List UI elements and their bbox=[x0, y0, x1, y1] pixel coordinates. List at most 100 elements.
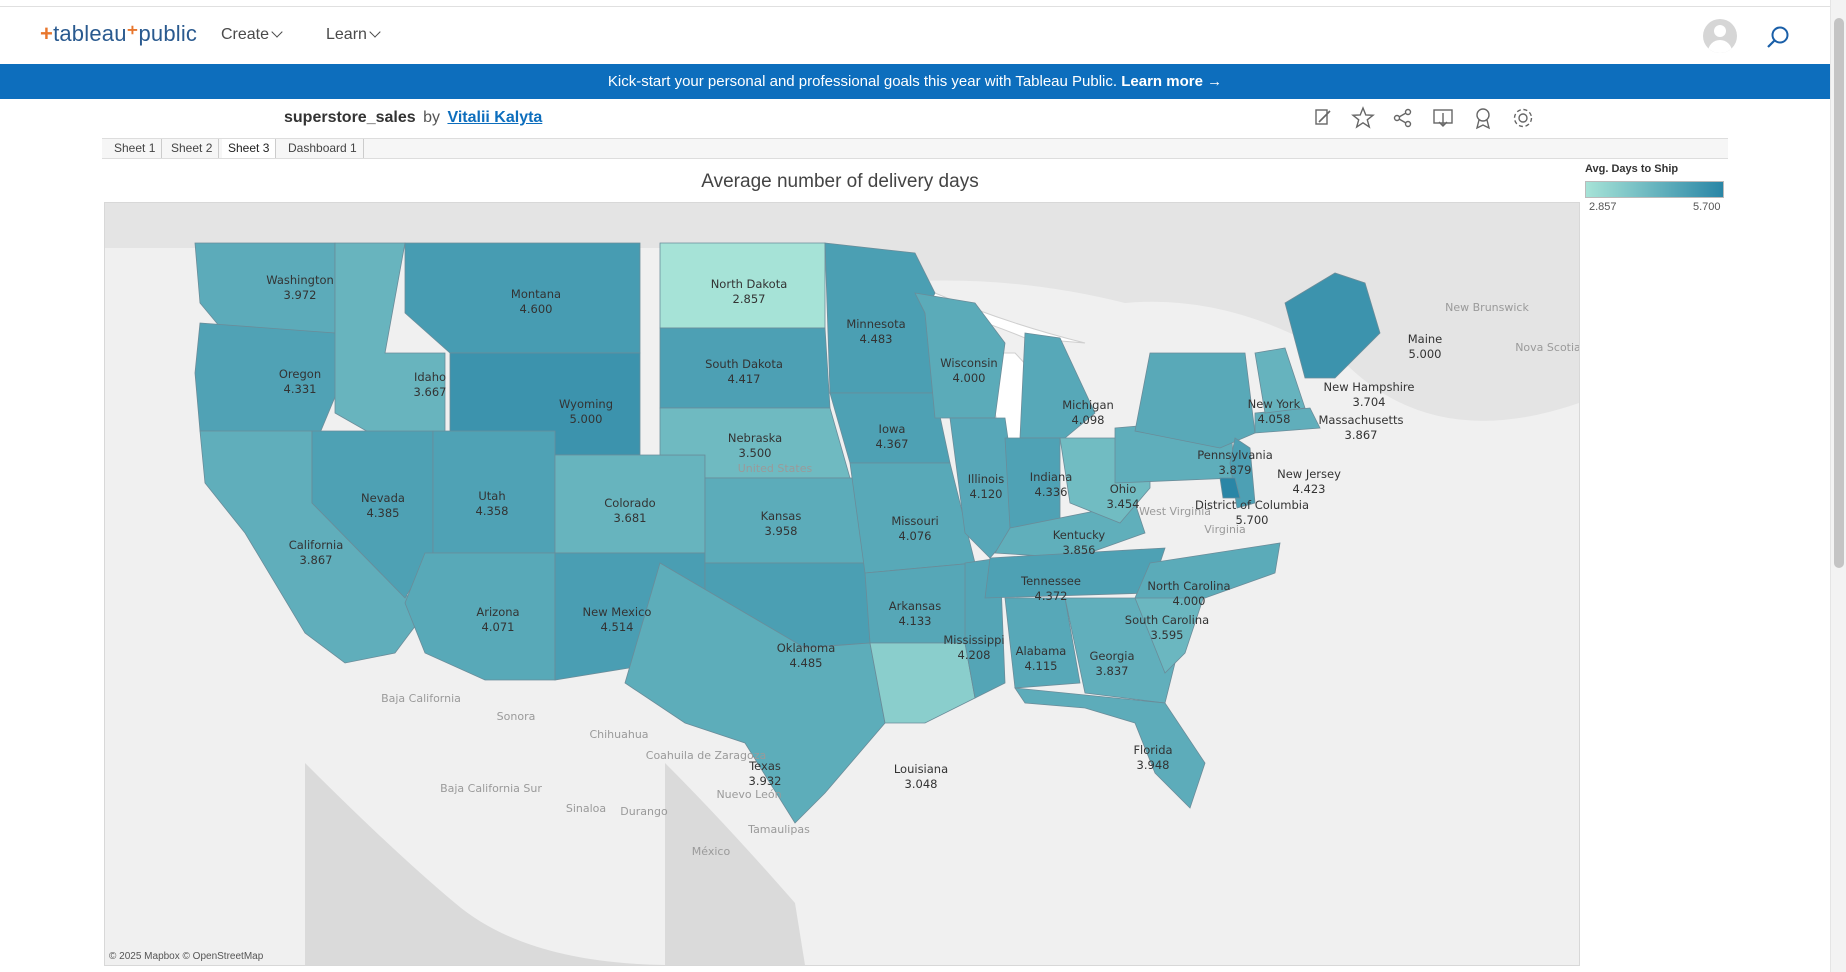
state-name-idaho: Idaho bbox=[414, 370, 446, 384]
tableau-public-logo[interactable]: +tableau⁺public bbox=[40, 21, 197, 47]
state-name-minnesota: Minnesota bbox=[846, 317, 905, 331]
state-value-louisiana: 3.048 bbox=[905, 777, 938, 791]
state-value-new-mexico: 4.514 bbox=[601, 620, 634, 634]
state-value-ohio: 3.454 bbox=[1107, 497, 1140, 511]
state-value-wyoming: 5.000 bbox=[570, 412, 603, 426]
state-name-north-dakota: North Dakota bbox=[711, 277, 788, 291]
state-value-north-carolina: 4.000 bbox=[1173, 594, 1206, 608]
nav-create[interactable]: Create bbox=[221, 26, 283, 44]
state-name-montana: Montana bbox=[511, 287, 561, 301]
state-value-nevada: 4.385 bbox=[367, 506, 400, 520]
state-value-district-of-columbia: 5.700 bbox=[1236, 513, 1269, 527]
badge-icon[interactable] bbox=[1470, 105, 1496, 131]
state-value-florida: 3.948 bbox=[1137, 758, 1170, 772]
state-name-missouri: Missouri bbox=[891, 514, 938, 528]
state-name-new-jersey: New Jersey bbox=[1277, 467, 1341, 481]
geo-label-baja-california-sur: Baja California Sur bbox=[440, 782, 542, 795]
state-value-kentucky: 3.856 bbox=[1063, 543, 1096, 557]
state-name-louisiana: Louisiana bbox=[894, 762, 948, 776]
state-name-colorado: Colorado bbox=[604, 496, 655, 510]
search-icon[interactable] bbox=[1765, 24, 1791, 50]
state-value-new-york: 4.058 bbox=[1258, 412, 1291, 426]
learn-more-link[interactable]: Learn more → bbox=[1121, 73, 1222, 90]
state-name-oregon: Oregon bbox=[279, 367, 321, 381]
author-link[interactable]: Vitalii Kalyta bbox=[447, 109, 542, 126]
state-name-georgia: Georgia bbox=[1089, 649, 1134, 663]
state-name-michigan: Michigan bbox=[1062, 398, 1114, 412]
favorite-icon[interactable] bbox=[1350, 105, 1376, 131]
state-name-arizona: Arizona bbox=[476, 605, 519, 619]
state-name-mississippi: Mississippi bbox=[943, 633, 1004, 647]
settings-icon[interactable] bbox=[1510, 105, 1536, 131]
top-nav: +tableau⁺public Create Learn bbox=[0, 7, 1830, 63]
map-canvas[interactable]: United States New Brunswick Nova Scotia Baj… bbox=[105, 203, 1579, 965]
state-name-district-of-columbia: District of Columbia bbox=[1195, 498, 1309, 512]
browser-top-edge bbox=[0, 0, 1846, 7]
state-value-montana: 4.600 bbox=[520, 302, 553, 316]
workbook-title: superstore_sales by Vitalii Kalyta bbox=[284, 109, 543, 126]
geo-label-durango: Durango bbox=[620, 805, 668, 818]
chevron-down-icon bbox=[271, 26, 283, 38]
avatar[interactable] bbox=[1703, 19, 1737, 53]
state-value-nebraska: 3.500 bbox=[739, 446, 772, 460]
geo-label-new-brunswick: New Brunswick bbox=[1445, 301, 1529, 314]
state-value-south-carolina: 3.595 bbox=[1151, 628, 1184, 642]
state-name-south-dakota: South Dakota bbox=[705, 357, 783, 371]
state-name-massachusetts: Massachusetts bbox=[1319, 413, 1404, 427]
state-name-new-mexico: New Mexico bbox=[583, 605, 652, 619]
state-value-maine: 5.000 bbox=[1409, 347, 1442, 361]
state-value-mississippi: 4.208 bbox=[958, 648, 991, 662]
state-name-north-carolina: North Carolina bbox=[1147, 579, 1230, 593]
tab-sheet-1[interactable]: Sheet 1 bbox=[108, 139, 163, 158]
chart-title: Average number of delivery days bbox=[701, 171, 979, 192]
state-value-utah: 4.358 bbox=[476, 504, 509, 518]
state-value-indiana: 4.336 bbox=[1035, 485, 1068, 499]
promo-banner: Kick-start your personal and professiona… bbox=[0, 64, 1830, 99]
state-new-york[interactable] bbox=[1134, 352, 1256, 449]
state-value-michigan: 4.098 bbox=[1072, 413, 1105, 427]
geo-label-tamaulipas: Tamaulipas bbox=[747, 823, 810, 836]
state-name-nevada: Nevada bbox=[361, 491, 405, 505]
download-icon[interactable] bbox=[1430, 105, 1456, 131]
state-value-north-dakota: 2.857 bbox=[733, 292, 766, 306]
state-oregon[interactable] bbox=[194, 322, 346, 434]
state-name-kentucky: Kentucky bbox=[1053, 528, 1106, 542]
share-icon[interactable] bbox=[1390, 105, 1416, 131]
state-name-wisconsin: Wisconsin bbox=[940, 356, 997, 370]
state-value-arizona: 4.071 bbox=[482, 620, 515, 634]
state-name-new-york: New York bbox=[1248, 397, 1301, 411]
edit-icon[interactable] bbox=[1310, 105, 1336, 131]
scrollbar-thumb[interactable] bbox=[1834, 18, 1844, 568]
nav-learn[interactable]: Learn bbox=[326, 26, 381, 44]
geo-label-m-xico: México bbox=[692, 845, 731, 858]
state-value-south-dakota: 4.417 bbox=[728, 372, 761, 386]
page-scrollbar[interactable] bbox=[1830, 0, 1846, 972]
state-name-texas: Texas bbox=[748, 759, 781, 773]
geo-label-sonora: Sonora bbox=[497, 710, 536, 723]
state-name-tennessee: Tennessee bbox=[1020, 574, 1081, 588]
state-name-ohio: Ohio bbox=[1110, 482, 1137, 496]
state-value-wisconsin: 4.000 bbox=[953, 371, 986, 385]
state-name-utah: Utah bbox=[478, 489, 505, 503]
state-name-iowa: Iowa bbox=[879, 422, 906, 436]
state-name-maine: Maine bbox=[1408, 332, 1443, 346]
state-name-oklahoma: Oklahoma bbox=[777, 641, 836, 655]
state-value-arkansas: 4.133 bbox=[899, 614, 932, 628]
state-value-california: 3.867 bbox=[300, 553, 333, 567]
state-name-indiana: Indiana bbox=[1030, 470, 1073, 484]
state-value-washington: 3.972 bbox=[284, 288, 317, 302]
tab-dashboard-1[interactable]: Dashboard 1 bbox=[282, 139, 364, 158]
state-value-georgia: 3.837 bbox=[1096, 664, 1129, 678]
state-value-iowa: 4.367 bbox=[876, 437, 909, 451]
us-filled-map[interactable]: United States New Brunswick Nova Scotia Baj… bbox=[104, 202, 1580, 966]
workbook-name: superstore_sales bbox=[284, 109, 416, 126]
geo-label-nova-scotia: Nova Scotia bbox=[1515, 341, 1579, 354]
tab-sheet-3[interactable]: Sheet 3 bbox=[222, 139, 277, 158]
tab-sheet-2[interactable]: Sheet 2 bbox=[165, 139, 220, 158]
state-value-massachusetts: 3.867 bbox=[1345, 428, 1378, 442]
state-value-new-hampshire: 3.704 bbox=[1353, 395, 1386, 409]
legend-title: Avg. Days to Ship bbox=[1585, 163, 1679, 175]
state-value-tennessee: 4.372 bbox=[1035, 589, 1068, 603]
state-value-oregon: 4.331 bbox=[284, 382, 317, 396]
map-attribution: © 2025 Mapbox © OpenStreetMap bbox=[109, 951, 264, 962]
